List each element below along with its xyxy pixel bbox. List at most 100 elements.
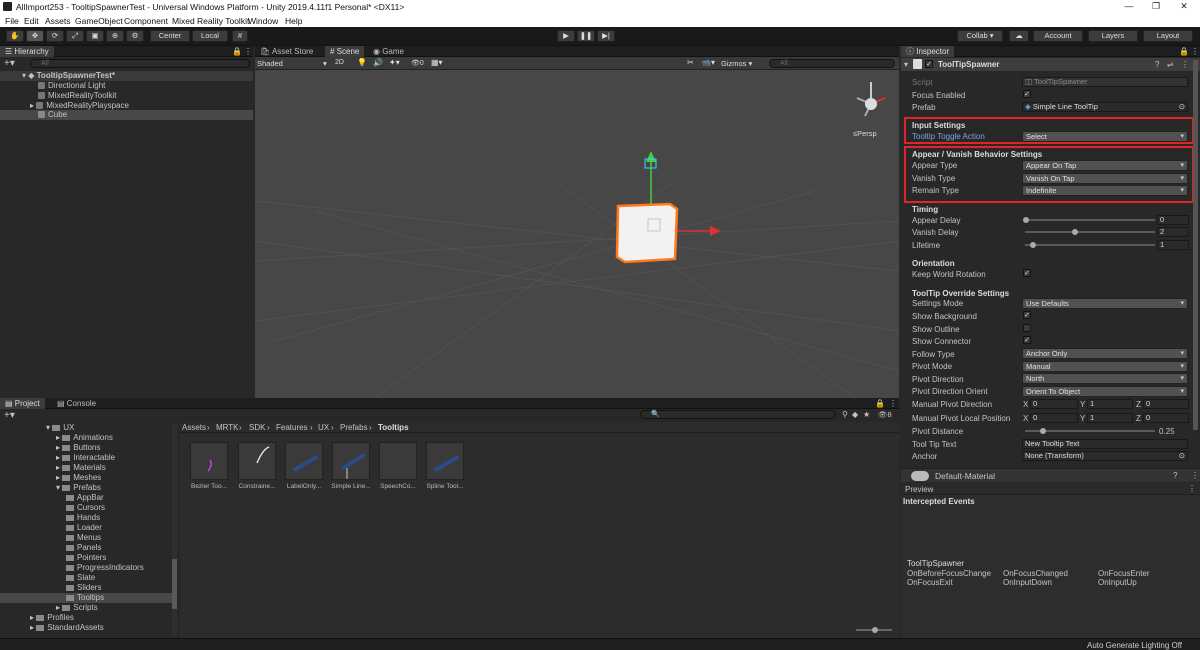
folder-tree-item[interactable]: Sliders bbox=[0, 583, 172, 593]
scene-search-input[interactable]: All bbox=[769, 59, 895, 68]
filter-type-icon[interactable]: ⚲ bbox=[842, 410, 848, 419]
menu-assets[interactable]: Assets bbox=[45, 16, 71, 26]
toggle-action-dropdown[interactable]: Select bbox=[1022, 131, 1188, 142]
folder-tree-item[interactable]: ProgressIndicators bbox=[0, 563, 172, 573]
folder-tree-item[interactable]: Slate bbox=[0, 573, 172, 583]
folder-tree-item[interactable]: ▸ Materials bbox=[0, 463, 172, 473]
help-icon[interactable]: ? bbox=[1155, 60, 1159, 69]
maximize-button[interactable]: ❐ bbox=[1142, 1, 1170, 13]
pivot-distance-slider[interactable] bbox=[1025, 428, 1155, 434]
cloud-icon[interactable]: ☁ bbox=[1009, 30, 1029, 42]
custom-tool-icon[interactable]: ⚙ bbox=[126, 30, 144, 42]
show-background-checkbox[interactable]: ✓ bbox=[1023, 311, 1031, 319]
breadcrumb-assets[interactable]: Assets bbox=[182, 423, 206, 432]
grid-snap-icon[interactable]: # bbox=[232, 30, 248, 42]
context-menu-icon[interactable]: ⋮ bbox=[1191, 471, 1199, 480]
tooltip-text-field[interactable]: New Tooltip Text bbox=[1022, 439, 1188, 449]
cube-object[interactable] bbox=[615, 202, 679, 264]
remain-type-dropdown[interactable]: Indefinite bbox=[1022, 185, 1188, 196]
menu-component[interactable]: Component bbox=[124, 16, 168, 26]
pivot-distance-value[interactable]: 0.25 bbox=[1159, 427, 1175, 436]
folder-tree-item[interactable]: Menus bbox=[0, 533, 172, 543]
prefab-field[interactable]: ◈ Simple Line ToolTip ⊙ bbox=[1022, 102, 1188, 112]
hierarchy-search-input[interactable]: All bbox=[30, 59, 250, 68]
component-header[interactable]: ▾ ✓ ToolTipSpawner ? ⇌ ⋮ bbox=[901, 58, 1200, 71]
manual-local-x[interactable]: 0 bbox=[1030, 413, 1078, 423]
folder-tree-item[interactable]: ▾ Prefabs bbox=[0, 483, 172, 493]
slider-knob[interactable] bbox=[1072, 229, 1078, 235]
show-connector-checkbox[interactable]: ✓ bbox=[1023, 336, 1031, 344]
folder-tree-item[interactable]: ▸ Animations bbox=[0, 433, 172, 443]
x-axis-arrow-icon[interactable] bbox=[710, 226, 721, 236]
menu-file[interactable]: File bbox=[5, 16, 19, 26]
kebab-menu-icon[interactable]: ⋮ bbox=[244, 47, 252, 56]
shading-mode-dropdown[interactable]: Shaded ▾ bbox=[257, 59, 329, 68]
tab-asset-store[interactable]: 🛍 Asset Store bbox=[255, 46, 318, 57]
folder-tree-item[interactable]: Pointers bbox=[0, 553, 172, 563]
vanish-delay-field[interactable]: 2 bbox=[1157, 227, 1189, 237]
rotate-tool-icon[interactable]: ⟳ bbox=[46, 30, 64, 42]
tools-icon[interactable]: ✂ bbox=[687, 58, 694, 67]
layout-dropdown[interactable]: Layout bbox=[1143, 30, 1193, 42]
menu-edit[interactable]: Edit bbox=[24, 16, 39, 26]
inspector-scrollbar[interactable] bbox=[1193, 60, 1198, 430]
lock-icon[interactable]: 🔒 bbox=[875, 399, 885, 408]
folder-tree-item[interactable]: ▾ UX bbox=[0, 423, 172, 433]
folder-tree-item[interactable]: Cursors bbox=[0, 503, 172, 513]
step-button-icon[interactable]: ▶| bbox=[597, 30, 615, 42]
show-outline-checkbox[interactable] bbox=[1023, 324, 1031, 332]
tab-scene[interactable]: # Scene bbox=[325, 46, 365, 57]
menu-help[interactable]: Help bbox=[285, 16, 302, 26]
lighting-icon[interactable]: 💡 bbox=[357, 58, 367, 67]
folder-tree-item[interactable]: Panels bbox=[0, 543, 172, 553]
appear-delay-field[interactable]: 0 bbox=[1157, 215, 1189, 225]
settings-mode-dropdown[interactable]: Use Defaults bbox=[1022, 298, 1188, 309]
asset-tile-speech[interactable] bbox=[379, 442, 417, 480]
breadcrumb-tooltips[interactable]: Tooltips bbox=[378, 423, 409, 432]
folder-tree-item[interactable]: ▸ StandardAssets bbox=[0, 623, 172, 633]
move-tool-icon[interactable]: ✥ bbox=[26, 30, 44, 42]
tab-hierarchy[interactable]: ☰ Hierarchy bbox=[0, 46, 54, 57]
slider-knob[interactable] bbox=[1023, 217, 1029, 223]
manual-dir-z[interactable]: 0 bbox=[1143, 399, 1189, 409]
tab-game[interactable]: ◉ Game bbox=[368, 46, 409, 57]
manual-dir-y[interactable]: 1 bbox=[1087, 399, 1133, 409]
lighting-status[interactable]: Auto Generate Lighting Off bbox=[1087, 641, 1182, 650]
menu-gameobject[interactable]: GameObject bbox=[75, 16, 123, 26]
collab-button[interactable]: Collab ▾ bbox=[957, 30, 1003, 42]
account-dropdown[interactable]: Account bbox=[1033, 30, 1083, 42]
audio-icon[interactable]: 🔊 bbox=[373, 58, 383, 67]
folder-tree-item[interactable]: ▸ Interactable bbox=[0, 453, 172, 463]
asset-tile-bezier[interactable] bbox=[190, 442, 228, 480]
tab-console[interactable]: ▤ Console bbox=[52, 398, 101, 409]
pivot-mode-dropdown[interactable]: Manual bbox=[1022, 361, 1188, 372]
preset-icon[interactable]: ⇌ bbox=[1167, 60, 1174, 69]
scale-tool-icon[interactable]: ⤢ bbox=[66, 30, 84, 42]
lifetime-field[interactable]: 1 bbox=[1157, 240, 1189, 250]
appear-delay-slider[interactable] bbox=[1023, 217, 1155, 223]
rect-tool-icon[interactable]: ▣ bbox=[86, 30, 104, 42]
foldout-arrow-icon[interactable]: ▾ bbox=[904, 60, 908, 69]
tab-inspector[interactable]: ⓘ Inspector bbox=[901, 46, 955, 57]
lifetime-slider[interactable] bbox=[1025, 242, 1155, 248]
slider-knob[interactable] bbox=[1040, 428, 1046, 434]
y-axis-arrow-icon[interactable] bbox=[646, 151, 656, 162]
keep-world-rotation-checkbox[interactable]: ✓ bbox=[1023, 269, 1031, 277]
layers-dropdown[interactable]: Layers bbox=[1088, 30, 1138, 42]
mode-2d-button[interactable]: 2D bbox=[335, 59, 344, 66]
slider-knob[interactable] bbox=[1030, 242, 1036, 248]
create-plus-icon[interactable]: +▾ bbox=[4, 58, 15, 69]
appear-type-dropdown[interactable]: Appear On Tap bbox=[1022, 160, 1188, 171]
breadcrumb-features[interactable]: Features bbox=[276, 423, 308, 432]
breadcrumb-prefabs[interactable]: Prefabs bbox=[340, 423, 368, 432]
asset-tile-simpleline[interactable] bbox=[332, 442, 370, 480]
folder-tree-item[interactable]: ▸ Buttons bbox=[0, 443, 172, 453]
breadcrumb-ux[interactable]: UX bbox=[318, 423, 329, 432]
material-header[interactable]: Default-Material ? ⋮ bbox=[901, 468, 1200, 482]
folder-tree-item[interactable]: ▸ Meshes bbox=[0, 473, 172, 483]
hierarchy-item-directional-light[interactable]: Directional Light bbox=[38, 81, 105, 90]
component-enabled-checkbox[interactable]: ✓ bbox=[925, 60, 933, 68]
follow-type-dropdown[interactable]: Anchor Only bbox=[1022, 348, 1188, 359]
project-search-input[interactable]: 🔍 bbox=[640, 410, 836, 419]
close-button[interactable]: ✕ bbox=[1170, 1, 1198, 13]
